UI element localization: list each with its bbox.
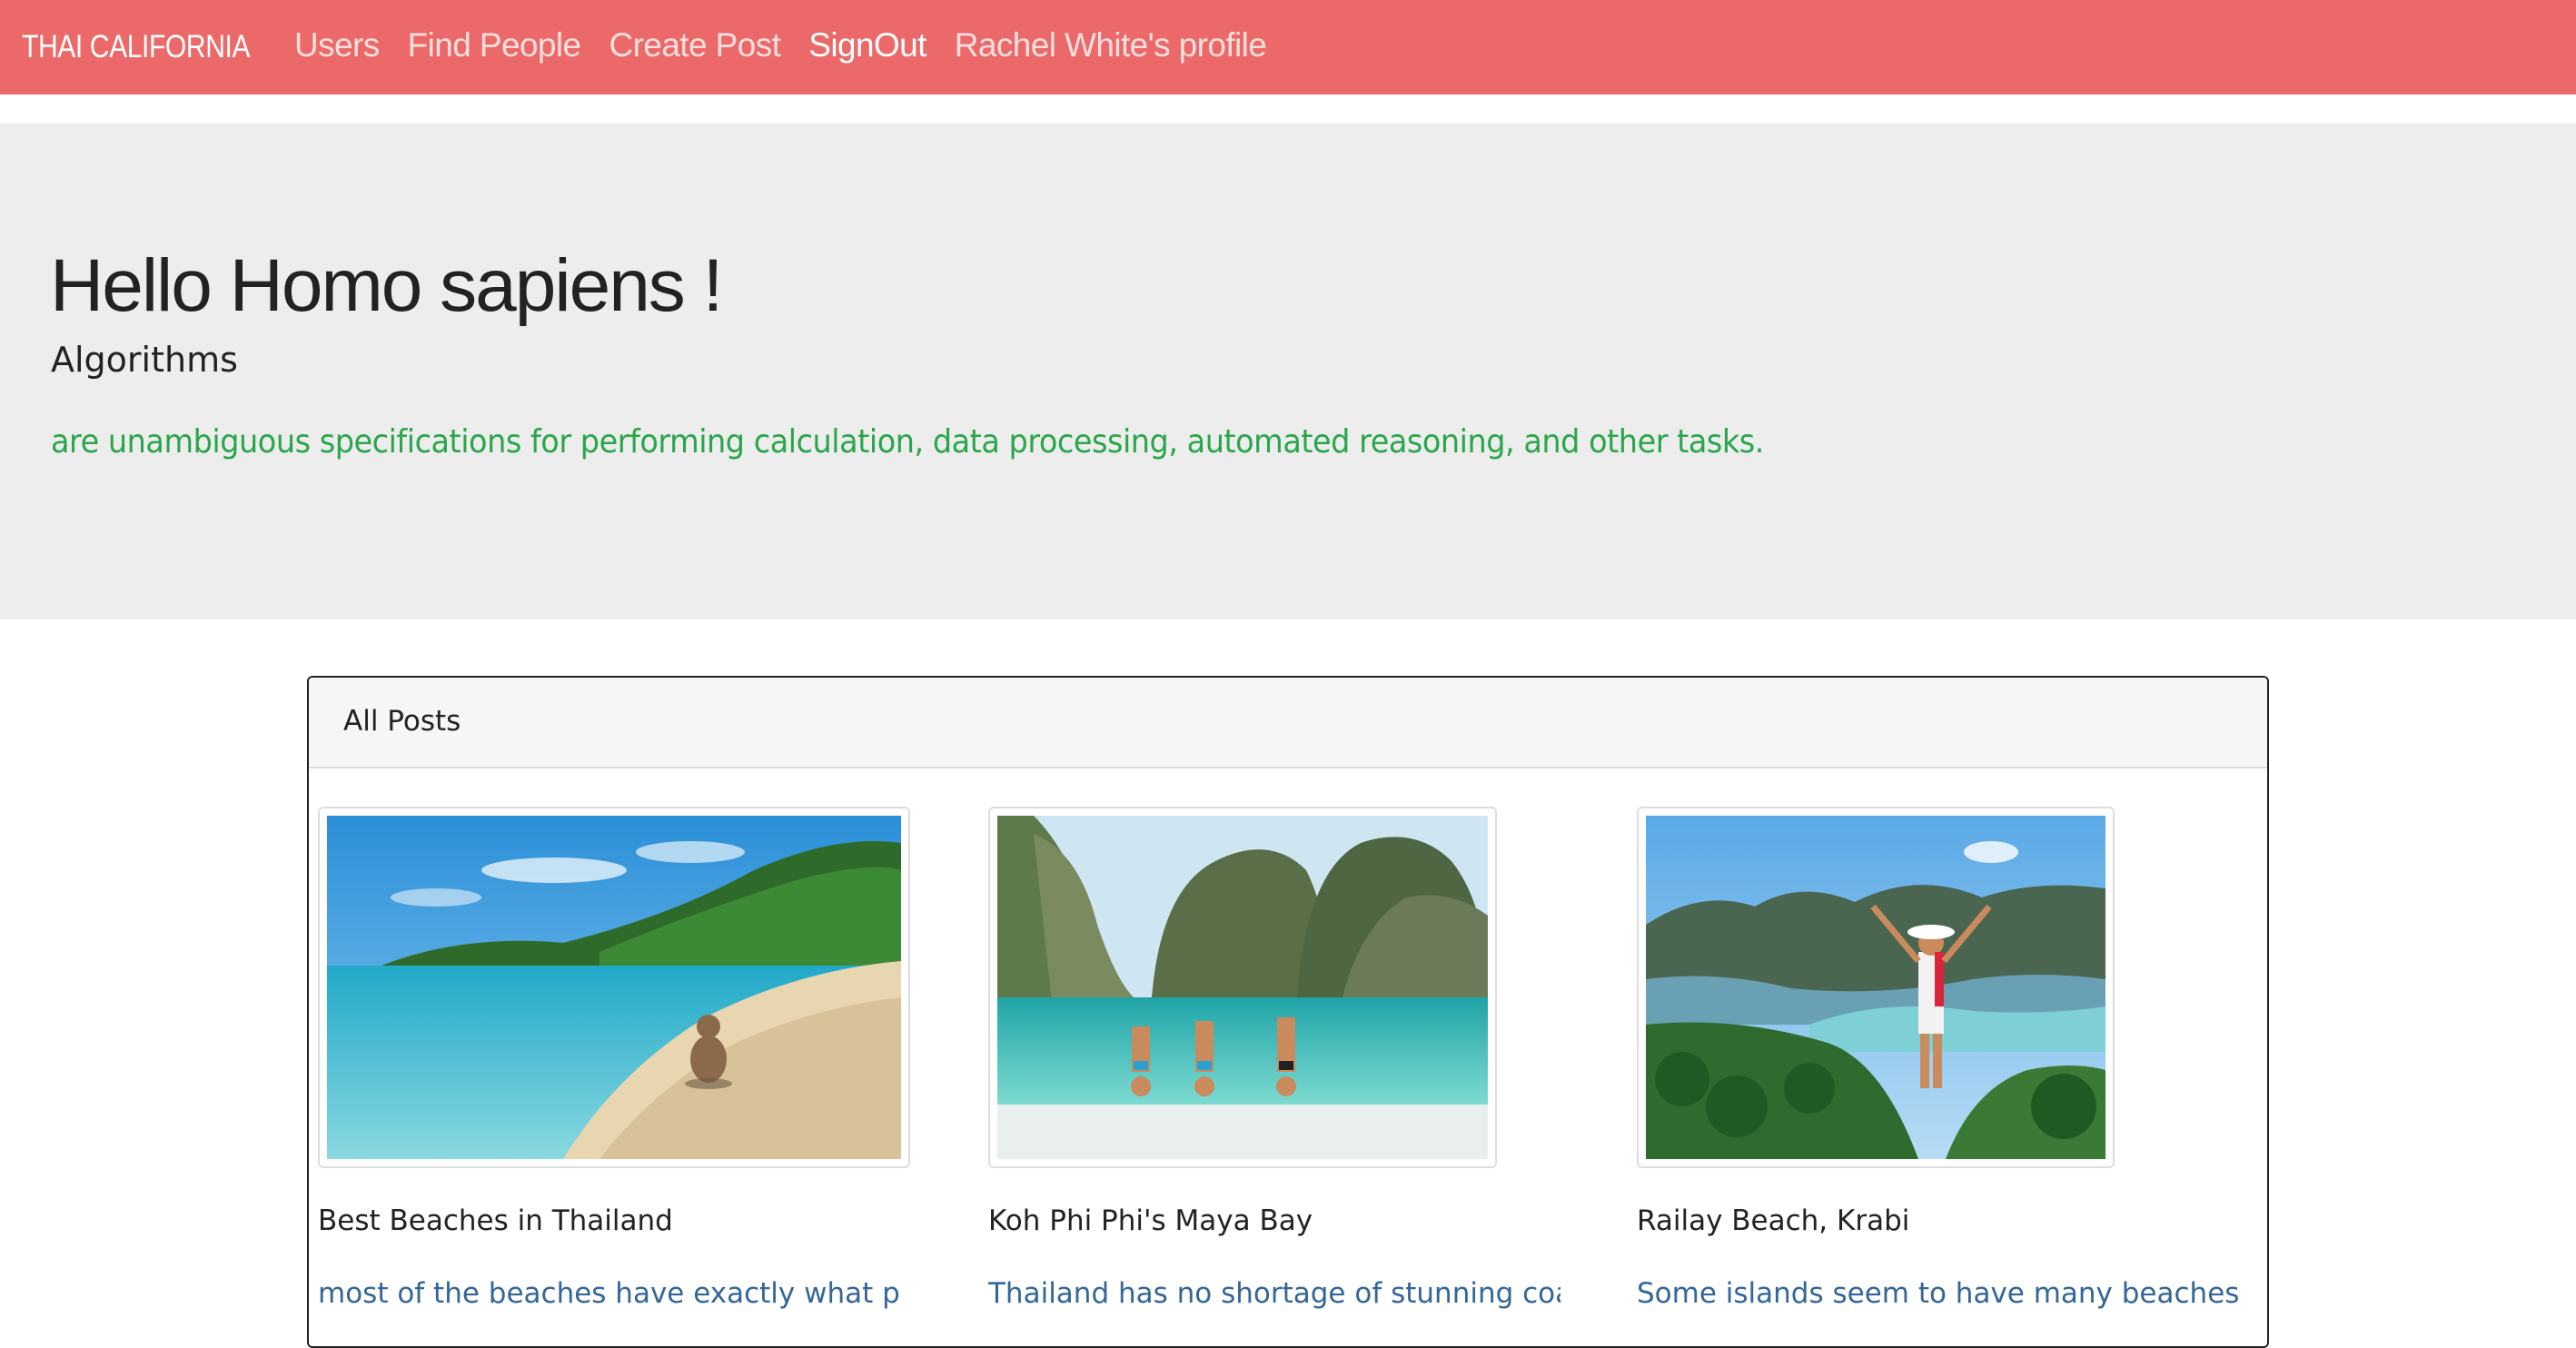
panel-title: All Posts [343, 705, 461, 738]
all-posts-panel: All Posts Best Beaches in Thailand most … [307, 676, 2269, 1348]
post-card: Koh Phi Phi's Maya Bay Thailand has no s… [988, 807, 1588, 1346]
hero-jumbotron [0, 124, 2576, 619]
nav-link-create-post[interactable]: Create Post [609, 22, 781, 69]
brand-link[interactable]: THAI CALIFORNIA [22, 24, 251, 71]
beach-monkey-photo-icon [327, 816, 901, 1159]
maya-bay-handstand-photo-icon [997, 816, 1488, 1159]
nav-links: Users Find People Create Post SignOut Ra… [294, 22, 1267, 69]
post-card: Railay Beach, Krabi Some islands seem to… [1637, 807, 2254, 1346]
post-title[interactable]: Best Beaches in Thailand [318, 1201, 673, 1241]
post-thumbnail[interactable] [988, 807, 1497, 1168]
railay-viewpoint-photo-icon [1646, 816, 2105, 1159]
nav-link-profile[interactable]: Rachel White's profile [955, 22, 1267, 69]
nav-link-find-people[interactable]: Find People [408, 22, 581, 69]
post-title[interactable]: Railay Beach, Krabi [1637, 1201, 1909, 1241]
panel-heading: All Posts [309, 678, 2267, 768]
post-excerpt: Some islands seem to have many beaches t… [1637, 1277, 2247, 1310]
post-excerpt: Thailand has no shortage of stunning coa… [988, 1277, 1560, 1310]
post-thumbnail[interactable] [318, 807, 910, 1168]
top-navbar: THAI CALIFORNIA Users Find People Create… [0, 0, 2576, 94]
nav-link-users[interactable]: Users [294, 22, 380, 69]
post-thumbnail[interactable] [1637, 807, 2115, 1168]
post-card: Best Beaches in Thailand most of the bea… [318, 807, 917, 1346]
hero-heading: Hello Homo sapiens ! [50, 244, 723, 327]
hero-subtitle: Algorithms [51, 340, 238, 380]
nav-link-signout[interactable]: SignOut [808, 22, 926, 69]
post-excerpt: most of the beaches have exactly what pe… [318, 1277, 899, 1310]
hero-lead-text: are unambiguous specifications for perfo… [51, 423, 1764, 461]
post-title[interactable]: Koh Phi Phi's Maya Bay [988, 1201, 1313, 1241]
